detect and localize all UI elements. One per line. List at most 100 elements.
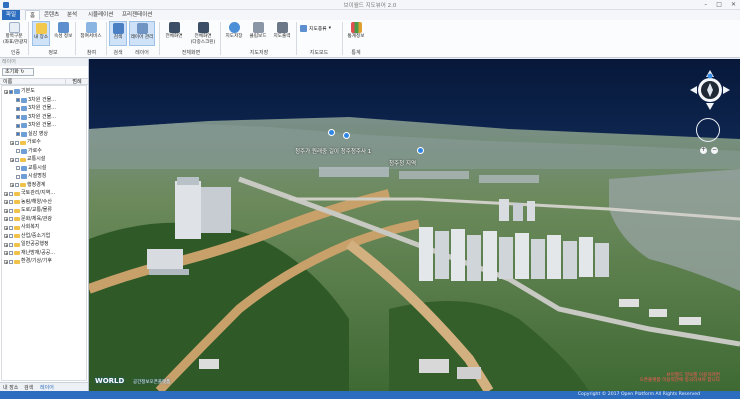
layer-tree-item[interactable]: 시설명칭 xyxy=(16,173,46,180)
layer-checkbox[interactable] xyxy=(9,259,13,264)
layer-icon xyxy=(21,123,27,128)
tab-analysis[interactable]: 분석 xyxy=(63,10,81,20)
category-button[interactable]: 항목구분 (좌표/관광지) xyxy=(3,21,29,46)
layer-manage-button[interactable]: 레이어 관리 xyxy=(129,21,155,46)
info-icon xyxy=(57,22,69,33)
layer-tree-item[interactable]: 3차원 건물... xyxy=(16,122,56,129)
search-button[interactable]: 검색 xyxy=(109,21,127,46)
layer-checkbox[interactable] xyxy=(9,191,13,196)
my-place-button[interactable]: 내 장소 xyxy=(32,21,50,46)
expand-icon[interactable]: + xyxy=(10,157,14,162)
layer-tree-item[interactable]: + 재난방재/공공... xyxy=(4,250,55,257)
map-type-icon xyxy=(300,25,307,32)
zoom-in-button[interactable]: + xyxy=(700,147,707,154)
layer-checkbox[interactable] xyxy=(15,157,19,162)
attribute-info-button[interactable]: 속성 정보 xyxy=(54,21,72,46)
layer-tree-item[interactable]: + 가로수 xyxy=(10,139,41,146)
layer-tree-item[interactable]: + 사회복지 xyxy=(4,224,39,231)
layer-checkbox[interactable] xyxy=(16,123,20,128)
expand-icon[interactable]: + xyxy=(4,225,8,230)
zoom-out-button[interactable]: − xyxy=(711,147,718,154)
map-print-button[interactable]: 지도출력 xyxy=(272,21,292,46)
compass-icon[interactable] xyxy=(689,69,731,111)
layer-checkbox[interactable] xyxy=(9,200,13,204)
fullscreen-button[interactable]: 전체화면 xyxy=(163,21,185,46)
minimize-icon[interactable]: – xyxy=(704,1,707,8)
layer-tree-item[interactable]: 3차원 건물... xyxy=(16,105,56,112)
layer-tree-item[interactable]: + 문화/체육/관광 xyxy=(4,216,52,223)
layer-tree-item[interactable]: + 도로/교통/물류 xyxy=(4,207,52,214)
layer-checkbox[interactable] xyxy=(16,149,20,153)
layer-checkbox[interactable] xyxy=(9,242,13,247)
layer-tree-item[interactable]: + 기본도 xyxy=(4,88,35,95)
layer-checkbox[interactable] xyxy=(15,140,19,145)
layer-checkbox[interactable] xyxy=(16,166,20,170)
expand-icon[interactable]: + xyxy=(4,242,8,247)
layer-tree[interactable]: + 기본도 3차원 건물... 3차원 건물... 3차원 건물... 3차원 건물...… xyxy=(1,85,87,381)
expand-icon[interactable]: + xyxy=(4,208,8,213)
globe-icon xyxy=(228,22,240,33)
statistics-button[interactable]: 통계정보 xyxy=(346,21,366,46)
layer-tree-item[interactable]: + 농림/해양/수산 xyxy=(4,199,52,206)
layer-tree-item[interactable]: + 행정경계 xyxy=(10,182,45,189)
layer-tree-item[interactable]: 교통시설 xyxy=(16,165,46,172)
layer-tree-item[interactable]: 가로수 xyxy=(16,148,42,155)
multiscreen-button[interactable]: 전체화면 (다중스크린) xyxy=(189,21,217,46)
clipboard-button[interactable]: 클립보드 xyxy=(248,21,268,46)
layer-icon xyxy=(21,165,27,171)
expand-icon[interactable]: + xyxy=(4,217,8,222)
reset-button[interactable]: 초기화 ↻ xyxy=(2,68,34,76)
expand-icon[interactable]: + xyxy=(10,183,14,188)
tab-contents[interactable]: 콘텐츠 xyxy=(40,10,63,20)
tab-simulation[interactable]: 시뮬레이션 xyxy=(84,10,117,20)
participation-button[interactable]: 참여서비스 xyxy=(80,21,102,46)
close-icon[interactable]: ✕ xyxy=(731,1,736,8)
group-label-info: 정보 xyxy=(48,50,58,56)
layer-checkbox[interactable] xyxy=(16,132,20,136)
tab-file[interactable]: 파일 xyxy=(2,10,21,20)
layer-checkbox[interactable] xyxy=(9,234,13,238)
expand-icon[interactable]: + xyxy=(4,259,8,264)
expand-icon[interactable]: + xyxy=(4,251,8,256)
star-icon xyxy=(35,23,47,34)
map-pin-icon[interactable] xyxy=(343,132,350,139)
layer-label: 사회복지 xyxy=(21,224,40,230)
tab-layer[interactable]: 레이어 xyxy=(40,384,54,391)
layer-tree-item[interactable]: + 환경/기상/기후 xyxy=(4,258,52,265)
layer-tree-item[interactable]: 실감 영상 xyxy=(16,131,48,138)
layer-checkbox[interactable] xyxy=(9,225,13,230)
expand-icon[interactable]: + xyxy=(10,140,14,145)
layer-checkbox[interactable] xyxy=(15,183,19,187)
printer-icon xyxy=(276,22,288,33)
layer-checkbox[interactable] xyxy=(16,98,20,102)
layer-tree-item[interactable]: 3차원 건물... xyxy=(16,97,56,104)
expand-icon[interactable]: + xyxy=(4,234,8,239)
layer-checkbox[interactable] xyxy=(9,217,13,221)
map-pin-icon[interactable] xyxy=(328,129,335,136)
layer-tree-item[interactable]: + 교통시설 xyxy=(10,156,45,163)
layer-tree-item[interactable]: + 일반공공행정 xyxy=(4,241,49,248)
layer-checkbox[interactable] xyxy=(16,174,20,179)
layer-checkbox[interactable] xyxy=(9,208,13,213)
layer-checkbox[interactable] xyxy=(16,106,20,111)
map-view[interactable]: 청주가 원래중 길이 청주청주사 1 청주청 지역 + − WORLD 공간정보… xyxy=(89,59,740,391)
maximize-icon[interactable]: □ xyxy=(716,1,722,8)
expand-icon[interactable]: + xyxy=(4,200,8,205)
layer-checkbox[interactable] xyxy=(16,115,20,119)
layer-checkbox[interactable] xyxy=(9,89,13,94)
tab-presentation[interactable]: 프리젠테이션 xyxy=(118,10,156,20)
tab-my-place[interactable]: 내 장소 xyxy=(3,384,18,391)
folder-icon xyxy=(14,208,20,213)
tab-search[interactable]: 검색 xyxy=(24,384,33,391)
layer-tree-item[interactable]: 3차원 건물... xyxy=(16,114,56,121)
map-save-button[interactable]: 지도저장 xyxy=(224,21,244,46)
expand-icon[interactable]: + xyxy=(4,89,8,94)
tab-home[interactable]: 홈 xyxy=(25,10,41,20)
layer-checkbox[interactable] xyxy=(9,251,13,255)
tilt-ring[interactable] xyxy=(696,118,720,142)
map-pin-icon[interactable] xyxy=(417,147,424,154)
layer-tree-item[interactable]: + 국토관리/지역... xyxy=(4,190,55,197)
layer-tree-item[interactable]: + 산업/중소기업 xyxy=(4,233,50,240)
map-type-dropdown[interactable]: 지도종류 ▾ xyxy=(300,24,331,33)
expand-icon[interactable]: + xyxy=(4,191,8,196)
